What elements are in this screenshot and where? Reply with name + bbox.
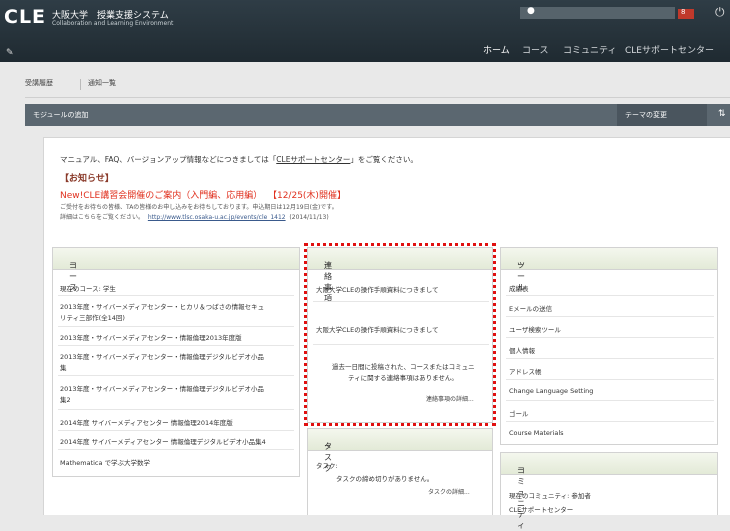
notice-prefix: マニュアル、FAQ、バージョンアップ情報などにつきましては「: [60, 155, 277, 164]
tasks-label: タスク:: [316, 462, 338, 470]
nav-support-center[interactable]: CLEサポートセンター: [625, 43, 714, 56]
change-theme-button[interactable]: テーマの変更: [617, 104, 707, 126]
news-title: New!CLE講習会開催のご案内（入門編、応用編） 【12/25(木)開催】: [60, 188, 346, 201]
divider: [58, 326, 294, 327]
edit-pencil-icon[interactable]: ✎: [6, 48, 14, 58]
divider: [506, 295, 714, 296]
course-link[interactable]: 2013年度・サイバーメディアセンター・情報倫理デジタルビデオ小品: [60, 383, 264, 393]
tasks-more-link[interactable]: タスクの詳細...: [428, 487, 470, 496]
community-module: − コミュニティ 現在のコミュニティ: 参加者 CLEサポートセンター: [500, 452, 718, 530]
tool-link-language[interactable]: Change Language Setting: [509, 387, 593, 395]
news-detail-date: (2014/11/13): [289, 214, 329, 221]
tool-link-email[interactable]: Eメールの送信: [509, 303, 552, 313]
course-link[interactable]: 2014年度 サイバーメディアセンター 情報倫理デジタルビデオ小品集4: [60, 436, 266, 446]
tab-divider: [80, 79, 81, 90]
course-link[interactable]: 2013年度・サイバーメディアセンター・情報倫理デジタルビデオ小品: [60, 351, 264, 361]
tool-link-course-materials[interactable]: Course Materials: [509, 429, 564, 437]
tool-link-user-search[interactable]: ユーザ検索ツール: [509, 324, 561, 334]
add-module-button[interactable]: モジュールの追加: [33, 110, 89, 120]
tab-history[interactable]: 受講履歴: [25, 78, 53, 88]
divider: [506, 421, 714, 422]
divider: [58, 449, 294, 450]
alert-count: 8: [681, 8, 686, 16]
new-badge: New!: [60, 191, 84, 201]
courses-module: − コース 現在のコース: 学生 2013年度・サイバーメディアセンター・ヒカリ…: [52, 247, 300, 477]
top-header: CLE 大阪大学 授業支援システム Collaboration and Lear…: [0, 0, 730, 62]
course-role: 現在のコース: 学生: [60, 285, 116, 293]
tabs-bar: 受講履歴 通知一覧: [25, 76, 730, 98]
system-subtitle: Collaboration and Learning Environment: [52, 20, 174, 27]
sort-icon[interactable]: ⇅: [718, 109, 726, 119]
logout-power-icon[interactable]: ⏻: [715, 5, 725, 20]
divider: [506, 337, 714, 338]
tasks-empty: タスクの締め切りがありません。: [336, 475, 434, 483]
divider: [58, 430, 294, 431]
courses-module-header[interactable]: − コース: [53, 248, 299, 292]
news-heading: 【お知らせ】: [60, 174, 114, 184]
cle-logo[interactable]: CLE: [4, 6, 46, 28]
tool-link-grades[interactable]: 成績表: [509, 283, 529, 293]
community-link[interactable]: CLEサポートセンター: [509, 504, 573, 514]
course-link[interactable]: 2013年度・サイバーメディアセンター・情報倫理2013年度版: [60, 332, 242, 342]
nav-home[interactable]: ホーム: [483, 43, 510, 56]
user-menu[interactable]: [520, 7, 675, 19]
course-link[interactable]: Mathematica で学ぶ大学数学: [60, 457, 150, 467]
manual-notice: マニュアル、FAQ、バージョンアップ情報などにつきましては「CLEサポートセンタ…: [60, 154, 418, 165]
course-link-cont[interactable]: 集2: [60, 394, 71, 404]
divider: [506, 379, 714, 380]
module-bar: モジュールの追加 テーマの変更 ⇅: [25, 104, 730, 126]
tools-module: − ツール 成績表 Eメールの送信 ユーザ検索ツール 個人情報 アドレス帳 Ch…: [500, 247, 718, 445]
change-theme-label: テーマの変更: [625, 111, 667, 119]
highlight-box: [304, 243, 496, 426]
divider: [58, 345, 294, 346]
support-center-link[interactable]: CLEサポートセンター: [276, 155, 350, 164]
divider: [58, 295, 294, 296]
course-link[interactable]: 2013年度・サイバーメディアセンター・ヒカリ＆つばさの情報セキュ: [60, 301, 264, 311]
divider: [58, 375, 294, 376]
tool-link-address-book[interactable]: アドレス帳: [509, 366, 542, 376]
news-description: ご受付をお待ちの皆様、TAの皆様のお申し込みをお待ちしております。申込期日は12…: [60, 204, 338, 211]
course-link-cont[interactable]: リティ三部作(全14回): [60, 312, 125, 322]
news-detail-link[interactable]: http://www.tlsc.osaka-u.ac.jp/events/cle…: [148, 214, 286, 221]
community-module-header[interactable]: − コミュニティ: [501, 453, 717, 530]
divider: [506, 316, 714, 317]
nav-courses[interactable]: コース: [522, 43, 549, 56]
nav-communities[interactable]: コミュニティ: [563, 43, 616, 56]
news-detail-line: 詳細はこちらをご覧ください。 http://www.tlsc.osaka-u.a…: [60, 212, 329, 221]
course-link[interactable]: 2014年度 サイバーメディアセンター 情報倫理2014年度版: [60, 417, 233, 427]
news-date: 【12/25(木)開催】: [267, 191, 346, 201]
news-detail-prefix: 詳細はこちらをご覧ください。: [60, 214, 145, 221]
course-link-cont[interactable]: 集: [60, 362, 67, 372]
community-role: 現在のコミュニティ: 参加者: [509, 492, 591, 500]
news-title-text: CLE講習会開催のご案内（入門編、応用編）: [83, 191, 263, 201]
tab-notifications[interactable]: 通知一覧: [88, 78, 116, 88]
divider: [506, 400, 714, 401]
divider: [58, 409, 294, 410]
tools-module-header[interactable]: − ツール: [501, 248, 717, 292]
tasks-module: − タスク タスク: タスクの締め切りがありません。 タスクの詳細...: [307, 428, 493, 515]
notice-suffix: 」をご覧ください。: [350, 155, 418, 164]
user-icon[interactable]: ●: [527, 6, 535, 16]
tool-link-goals[interactable]: ゴール: [509, 408, 529, 418]
divider: [506, 358, 714, 359]
tool-link-personal-info[interactable]: 個人情報: [509, 345, 535, 355]
tasks-module-header[interactable]: − タスク: [308, 429, 492, 473]
